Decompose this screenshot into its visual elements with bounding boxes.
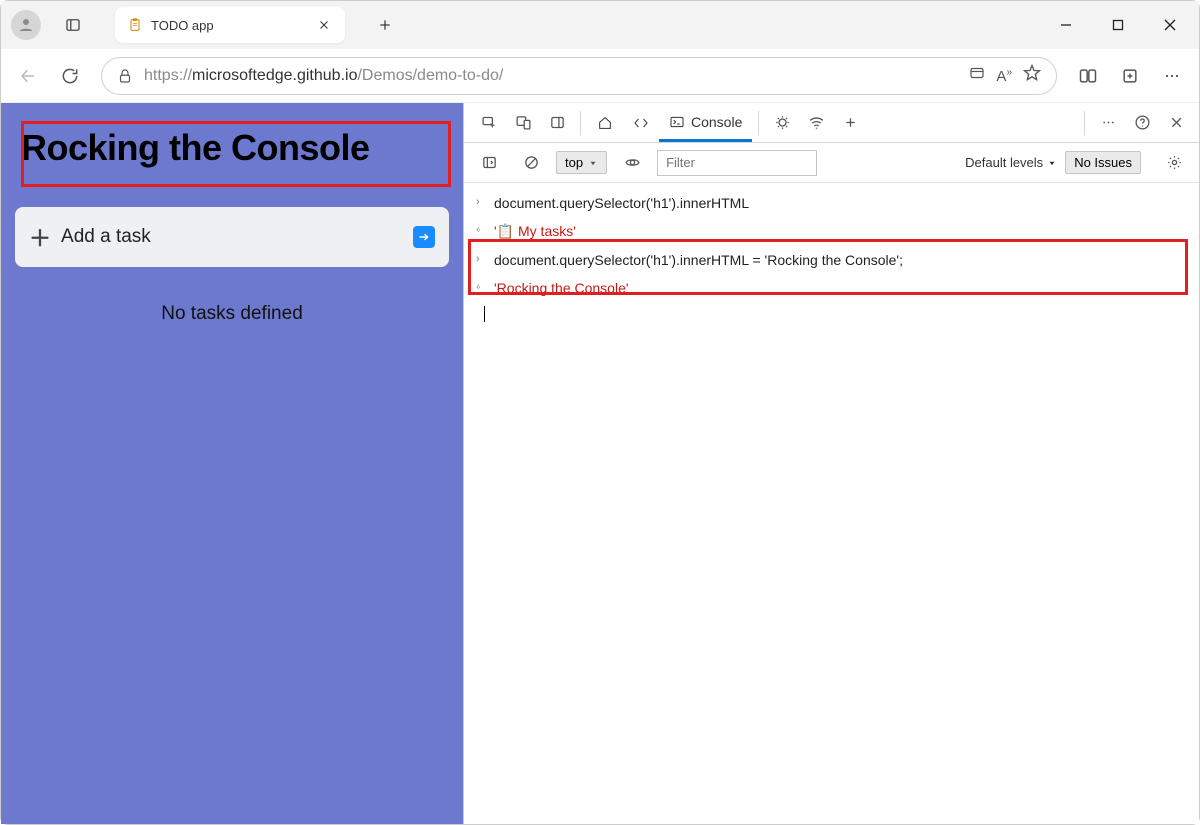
address-bar[interactable]: https://microsoftedge.github.io/Demos/de… (101, 57, 1057, 95)
more-button[interactable] (1153, 57, 1191, 95)
console-settings-button[interactable] (1157, 146, 1191, 180)
url-text: https://microsoftedge.github.io/Demos/de… (144, 67, 503, 85)
device-emulation-button[interactable] (506, 106, 540, 140)
console-input-row: document.querySelector('h1').innerHTML =… (464, 246, 1199, 274)
devtools-close-button[interactable] (1159, 106, 1193, 140)
collections-button[interactable] (1111, 57, 1149, 95)
text-cursor (484, 306, 485, 322)
plus-icon: ＋ (29, 221, 51, 253)
browser-tab[interactable]: TODO app (115, 7, 345, 43)
console-toolbar: top Default levels No Issues (464, 143, 1199, 183)
more-tabs-button[interactable] (833, 106, 867, 140)
page-heading: Rocking the Console (15, 117, 449, 179)
submit-task-button[interactable] (413, 226, 435, 248)
console-sidebar-toggle[interactable] (472, 146, 506, 180)
split-screen-button[interactable] (1069, 57, 1107, 95)
window-titlebar: TODO app (1, 1, 1199, 49)
tab-console[interactable]: Console (659, 104, 752, 142)
console-input-row: document.querySelector('h1').innerHTML (464, 189, 1199, 217)
tab-title: TODO app (151, 18, 307, 33)
new-tab-button[interactable] (369, 9, 401, 41)
tab-welcome[interactable] (587, 104, 623, 142)
tab-issues-icon[interactable] (765, 106, 799, 140)
app-available-icon[interactable] (968, 64, 986, 87)
empty-state-text: No tasks defined (15, 303, 449, 325)
tab-actions-button[interactable] (55, 7, 91, 43)
minimize-button[interactable] (1043, 3, 1089, 47)
tab-network-conditions-icon[interactable] (799, 106, 833, 140)
context-selector[interactable]: top (556, 151, 607, 174)
tab-console-label: Console (691, 114, 742, 130)
add-task-row[interactable]: ＋ Add a task (15, 207, 449, 267)
refresh-button[interactable] (51, 57, 89, 95)
clipboard-icon (127, 17, 143, 33)
devtools-panel: Console top Default levels (463, 103, 1199, 824)
profile-button[interactable] (11, 10, 41, 40)
console-log-area[interactable]: document.querySelector('h1').innerHTML '… (464, 183, 1199, 824)
read-aloud-button[interactable]: A» (996, 67, 1012, 85)
favorite-button[interactable] (1022, 63, 1042, 88)
console-prompt-row[interactable] (464, 303, 1199, 325)
clear-console-button[interactable] (514, 146, 548, 180)
browser-toolbar: https://microsoftedge.github.io/Demos/de… (1, 49, 1199, 103)
dock-side-button[interactable] (540, 106, 574, 140)
console-output-row: 'Rocking the Console' (464, 274, 1199, 302)
close-tab-button[interactable] (315, 16, 333, 34)
console-output-row: '📋 My tasks' (464, 217, 1199, 245)
devtools-help-button[interactable] (1125, 106, 1159, 140)
devtools-tabbar: Console (464, 103, 1199, 143)
live-expression-button[interactable] (615, 146, 649, 180)
page-viewport: Rocking the Console ＋ Add a task No task… (1, 103, 463, 824)
issues-button[interactable]: No Issues (1065, 151, 1141, 174)
lock-icon (116, 67, 134, 85)
console-filter-input[interactable] (657, 150, 817, 176)
inspect-element-button[interactable] (472, 106, 506, 140)
back-button[interactable] (9, 57, 47, 95)
close-window-button[interactable] (1147, 3, 1193, 47)
log-levels-dropdown[interactable]: Default levels (965, 155, 1057, 170)
tab-elements[interactable] (623, 104, 659, 142)
devtools-more-button[interactable] (1091, 106, 1125, 140)
add-task-label: Add a task (61, 226, 403, 248)
maximize-button[interactable] (1095, 3, 1141, 47)
